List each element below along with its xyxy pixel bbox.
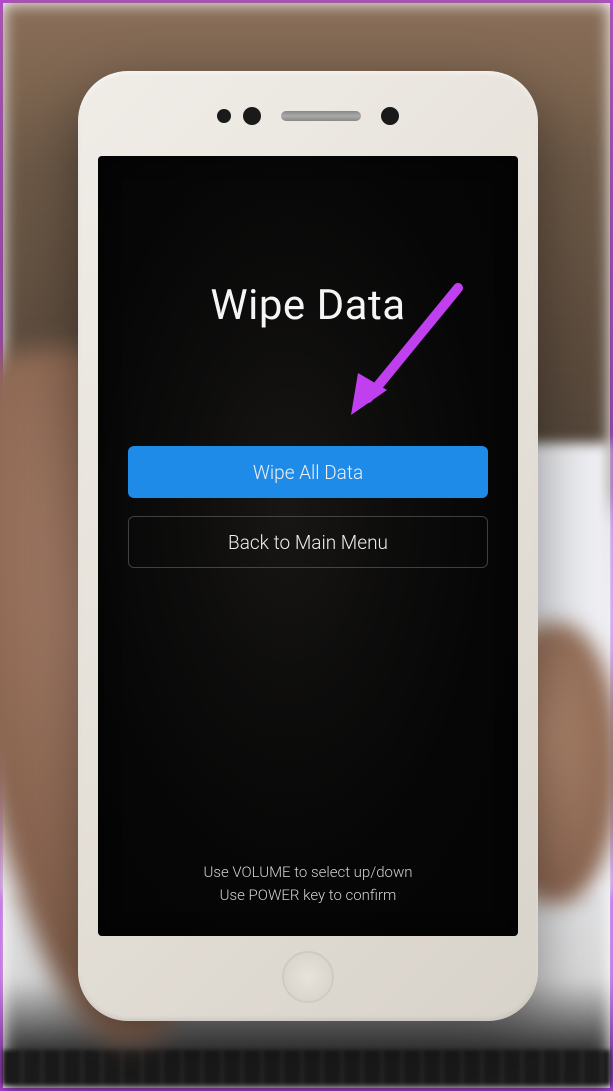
- menu-item-label: Wipe All Data: [253, 461, 363, 484]
- home-button[interactable]: [282, 951, 334, 1003]
- hint-line-2: Use POWER key to confirm: [98, 884, 518, 907]
- sensor-dot-icon: [381, 107, 399, 125]
- camera-dot-icon: [243, 107, 261, 125]
- wipe-all-data-button[interactable]: Wipe All Data: [128, 446, 488, 498]
- speaker-grille-icon: [281, 111, 361, 121]
- phone-device: Wipe Data Wipe All Data Back to Main Men…: [78, 71, 538, 1021]
- keyboard-blur: [3, 1050, 610, 1085]
- phone-sensors: [158, 91, 458, 141]
- back-to-main-menu-button[interactable]: Back to Main Menu: [128, 516, 488, 568]
- page-title: Wipe Data: [98, 281, 518, 330]
- sensor-dot-icon: [217, 109, 231, 123]
- phone-screen: Wipe Data Wipe All Data Back to Main Men…: [98, 156, 518, 936]
- menu-item-label: Back to Main Menu: [228, 531, 388, 554]
- navigation-hint: Use VOLUME to select up/down Use POWER k…: [98, 861, 518, 906]
- recovery-menu: Wipe All Data Back to Main Menu: [128, 446, 488, 568]
- hint-line-1: Use VOLUME to select up/down: [98, 861, 518, 884]
